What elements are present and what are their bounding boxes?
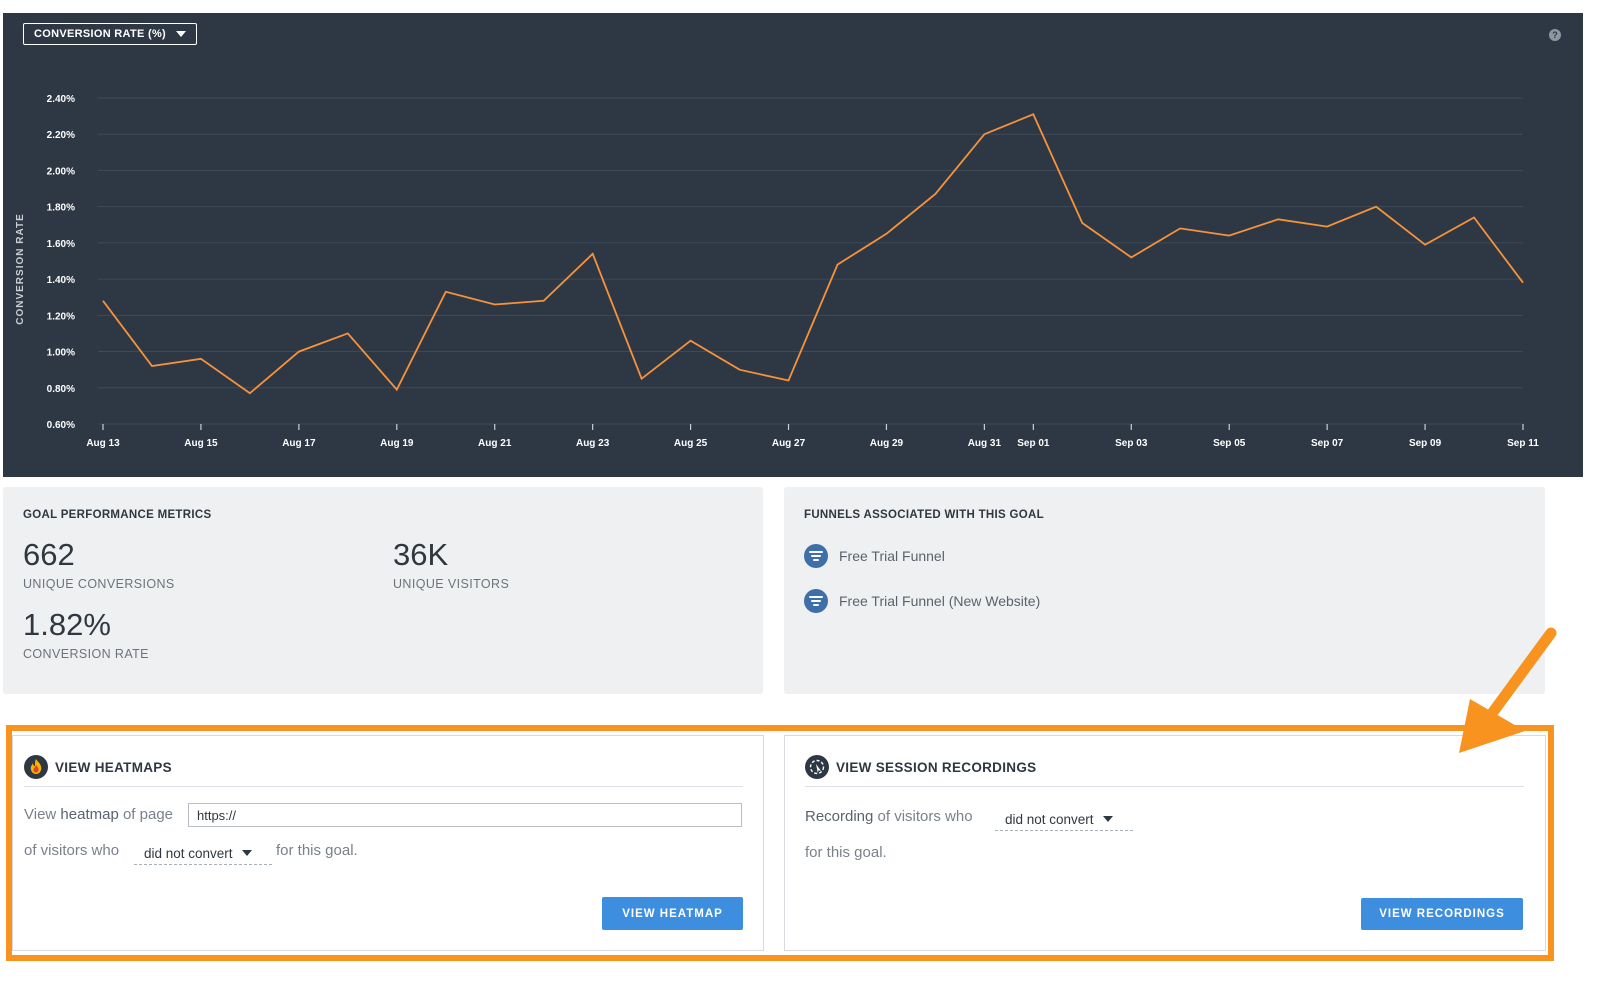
divider <box>24 786 743 787</box>
y-tick-label: 1.80% <box>47 203 75 214</box>
for-this-goal-label: for this goal. <box>276 842 358 859</box>
metric-selector-dropdown[interactable]: CONVERSION RATE (%) <box>23 23 198 45</box>
metric-selector-label: CONVERSION RATE (%) <box>34 28 167 40</box>
funnel-label: Free Trial Funnel (New Website) <box>839 593 1041 609</box>
visitors-who-label: of visitors who <box>24 842 120 859</box>
for-this-goal-label: for this goal. <box>805 844 887 861</box>
x-tick-label: Sep 07 <box>1311 438 1344 449</box>
heatmap-flame-icon <box>24 755 48 779</box>
conversion-rate-value: 1.82% <box>23 607 111 642</box>
prompt-of-page: of page <box>122 806 174 823</box>
select-value: did not convert <box>144 845 233 861</box>
y-axis-title: CONVERSION RATE <box>15 213 26 325</box>
funnel-icon <box>804 544 828 568</box>
x-tick-label: Aug 23 <box>576 438 610 449</box>
prompt-view: View <box>24 806 57 823</box>
arrow-pointer <box>1459 627 1557 753</box>
prompt-recording: Recording <box>805 808 874 825</box>
session-recording-icon <box>805 755 829 779</box>
view-recordings-header: VIEW SESSION RECORDINGS <box>805 755 1036 779</box>
x-tick-label: Aug 17 <box>282 438 316 449</box>
recording-prompt: Recording of visitors who <box>805 808 973 825</box>
goal-performance-metrics-card: GOAL PERFORMANCE METRICS 662 UNIQUE CONV… <box>3 487 763 694</box>
view-session-recordings-card: VIEW SESSION RECORDINGS Recording of vis… <box>784 735 1546 951</box>
view-heatmaps-title: VIEW HEATMAPS <box>55 759 172 775</box>
conversion-rate-label: CONVERSION RATE <box>23 647 149 661</box>
y-tick-label: 0.60% <box>47 420 75 431</box>
heatmap-url-input[interactable] <box>188 803 742 827</box>
conversion-rate-chart-panel: 0.60% 0.80% 1.00% 1.20% 1.40% 1.60% 1.80% 2.00%… <box>3 13 1583 477</box>
conversion-status-select[interactable]: did not convert <box>134 842 272 865</box>
y-tick-label: 1.00% <box>47 348 75 359</box>
x-tick-label: Sep 11 <box>1507 438 1539 449</box>
prompt-heatmap: heatmap <box>60 806 119 823</box>
x-tick-label: Aug 21 <box>478 438 512 449</box>
y-tick-label: 1.20% <box>47 311 75 322</box>
funnels-card: FUNNELS ASSOCIATED WITH THIS GOAL Free T… <box>784 487 1545 694</box>
x-tick-label: Aug 29 <box>870 438 904 449</box>
view-recordings-button[interactable]: VIEW RECORDINGS <box>1361 898 1523 930</box>
y-tick-label: 2.40% <box>47 94 75 105</box>
x-tick-label: Sep 09 <box>1409 438 1442 449</box>
view-heatmap-button[interactable]: VIEW HEATMAP <box>602 897 743 930</box>
x-tick-label: Aug 31 <box>968 438 1002 449</box>
recording-conversion-status-select[interactable]: did not convert <box>995 808 1133 831</box>
x-tick-label: Sep 01 <box>1017 438 1050 449</box>
funnel-link-free-trial[interactable]: Free Trial Funnel <box>804 544 945 568</box>
x-tick-label: Aug 25 <box>674 438 708 449</box>
funnel-label: Free Trial Funnel <box>839 548 945 564</box>
view-heatmaps-card: VIEW HEATMAPS View heatmap of page of vi… <box>12 735 764 951</box>
prompt-visitors-who: of visitors who <box>877 808 973 825</box>
y-tick-label: 2.20% <box>47 130 75 141</box>
caret-down-icon <box>176 31 187 37</box>
conversion-rate-chart: 0.60% 0.80% 1.00% 1.20% 1.40% 1.60% 1.80% 2.00%… <box>15 94 1539 449</box>
y-tick-label: 2.00% <box>47 166 75 177</box>
select-value: did not convert <box>1005 811 1094 827</box>
funnel-icon <box>804 589 828 613</box>
caret-down-icon <box>1102 816 1113 822</box>
x-tick-label: Aug 19 <box>380 438 414 449</box>
unique-conversions-value: 662 <box>23 537 75 572</box>
y-tick-label: 1.40% <box>47 275 75 286</box>
unique-conversions-label: UNIQUE CONVERSIONS <box>23 577 175 591</box>
divider <box>805 786 1524 787</box>
card-title: FUNNELS ASSOCIATED WITH THIS GOAL <box>804 509 1044 521</box>
question-icon[interactable]: ? <box>1549 29 1561 41</box>
card-title: GOAL PERFORMANCE METRICS <box>23 509 212 521</box>
x-tick-label: Aug 13 <box>86 438 120 449</box>
y-tick-label: 0.80% <box>47 384 75 395</box>
caret-down-icon <box>241 850 252 856</box>
x-tick-label: Sep 03 <box>1115 438 1148 449</box>
x-tick-label: Aug 27 <box>772 438 806 449</box>
heatmap-page-prompt: View heatmap of page <box>24 806 173 823</box>
view-heatmaps-header: VIEW HEATMAPS <box>24 755 172 779</box>
unique-visitors-label: UNIQUE VISITORS <box>393 577 510 591</box>
x-tick-label: Aug 15 <box>184 438 218 449</box>
view-recordings-title: VIEW SESSION RECORDINGS <box>836 759 1037 775</box>
funnel-link-free-trial-new-website[interactable]: Free Trial Funnel (New Website) <box>804 589 1040 613</box>
x-tick-label: Sep 05 <box>1213 438 1246 449</box>
y-tick-label: 1.60% <box>47 239 75 250</box>
unique-visitors-value: 36K <box>393 537 449 572</box>
